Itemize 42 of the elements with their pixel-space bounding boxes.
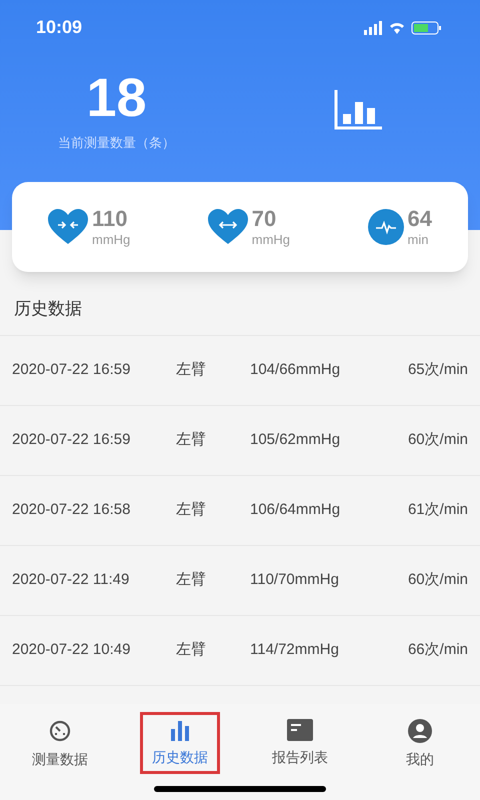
summary-value: 64 (408, 208, 432, 230)
measure-time: 2020-07-22 11:49 (12, 570, 130, 590)
pulse-rate: 66次/min (408, 640, 468, 660)
arm-label: 左臂 (176, 360, 207, 380)
section-title: 历史数据 (14, 298, 82, 320)
count-label: 当前测量数量（条） (58, 134, 175, 152)
bar-chart-icon (169, 719, 191, 741)
blood-pressure: 114/72mmHg (250, 640, 340, 660)
arm-label: 左臂 (176, 430, 207, 450)
pulse-rate: 61次/min (408, 500, 468, 520)
arm-label: 左臂 (176, 570, 207, 590)
summary-unit: mmHg (92, 233, 130, 246)
bar-chart-icon (334, 90, 384, 130)
measure-time: 2020-07-22 10:49 (12, 640, 132, 660)
blood-pressure: 105/62mmHg (250, 430, 342, 450)
arm-label: 左臂 (176, 500, 207, 520)
nav-tab[interactable]: 历史数据 (140, 712, 220, 774)
heart-icon (208, 209, 248, 245)
measure-time: 2020-07-22 16:59 (12, 360, 132, 380)
pulse-rate: 60次/min (408, 570, 468, 590)
blood-pressure: 104/66mmHg (250, 360, 342, 380)
measurement-count: 18 (86, 71, 147, 125)
nav-tab[interactable]: 测量数据 (20, 712, 100, 774)
gauge-icon (48, 719, 72, 743)
measure-time: 2020-07-22 16:58 (12, 500, 132, 520)
arm-label: 左臂 (176, 640, 207, 660)
blood-pressure: 110/70mmHg (250, 570, 340, 590)
summary-unit: min (408, 233, 430, 246)
pulse-icon (368, 209, 404, 245)
status-time: 10:09 (36, 16, 82, 39)
nav-tab[interactable]: 报告列表 (260, 712, 340, 774)
blood-pressure: 106/64mmHg (250, 500, 342, 520)
user-icon (408, 719, 432, 743)
pulse-rate: 65次/min (408, 360, 468, 380)
heart-icon (48, 209, 88, 245)
pulse-rate: 60次/min (408, 430, 468, 450)
summary-unit: mmHg (252, 233, 290, 246)
measure-time: 2020-07-22 16:59 (12, 430, 132, 450)
summary-value: 70 (252, 208, 278, 230)
card-icon (287, 719, 313, 741)
summary-value: 110 (92, 208, 128, 230)
nav-tab[interactable]: 我的 (380, 712, 460, 774)
